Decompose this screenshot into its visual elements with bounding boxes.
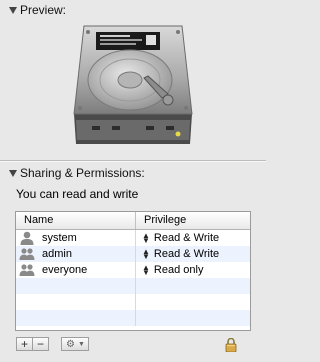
single-user-icon [20,231,34,245]
section-divider-highlight [0,161,266,162]
preview-header[interactable]: Preview: [0,2,266,18]
permissions-table[interactable]: Name Privilege system ▲ ▼ Read & Write a… [15,211,251,331]
privilege-value: Read only [153,264,204,276]
disclosure-triangle-icon[interactable] [9,6,17,14]
empty-row [16,310,250,326]
remove-user-button[interactable]: − [32,337,49,351]
group-icon [19,264,35,276]
disclosure-triangle-icon[interactable] [9,169,17,177]
hard-disk-icon [73,25,193,144]
lock-icon[interactable] [225,338,237,352]
action-menu-button[interactable]: ⚙ ▼ [61,337,89,351]
privilege-popup[interactable]: ▲ ▼ Read & Write [136,230,250,246]
user-name: admin [42,248,72,260]
column-header-privilege[interactable]: Privilege [136,212,250,229]
preview-title: Preview: [20,3,67,17]
column-header-name[interactable]: Name [16,212,136,229]
popup-arrows-icon: ▲ ▼ [142,247,150,261]
table-header: Name Privilege [16,212,250,230]
permission-note: You can read and write [16,187,139,201]
table-row[interactable]: system ▲ ▼ Read & Write [16,230,250,246]
empty-row [16,294,250,310]
user-name: everyone [42,264,88,276]
empty-row [16,278,250,294]
add-user-button[interactable]: + [16,337,33,351]
group-icon [19,248,35,260]
popup-arrows-icon: ▲ ▼ [142,263,150,277]
popup-arrows-icon: ▲ ▼ [142,231,150,245]
table-row[interactable]: admin ▲ ▼ Read & Write [16,246,250,262]
privilege-popup[interactable]: ▲ ▼ Read only [136,262,250,278]
privilege-value: Read & Write [153,232,220,244]
privilege-value: Read & Write [153,248,220,260]
gear-icon: ⚙ [66,338,75,350]
sharing-title: Sharing & Permissions: [20,166,145,180]
table-body: system ▲ ▼ Read & Write admin ▲ ▼ Read & W… [16,230,250,326]
sharing-header[interactable]: Sharing & Permissions: [0,165,266,181]
chevron-down-icon: ▼ [77,340,85,348]
user-name: system [42,232,77,244]
privilege-popup[interactable]: ▲ ▼ Read & Write [136,246,250,262]
table-row[interactable]: everyone ▲ ▼ Read only [16,262,250,278]
